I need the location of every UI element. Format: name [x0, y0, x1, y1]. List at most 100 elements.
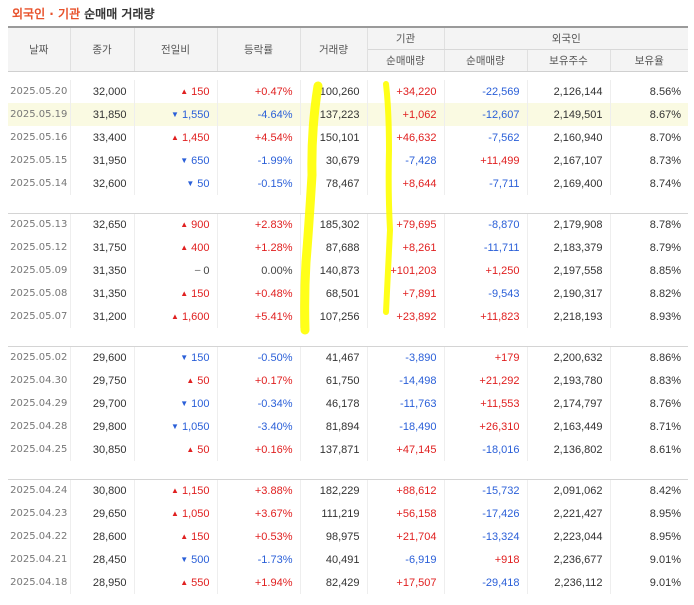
frgn-ratio-cell: 8.61%: [649, 443, 681, 456]
table-row[interactable]: 2025.05.12 31,750 ▲ 400 +1.28% 87,688 +8,261 -1…: [8, 236, 688, 259]
table-row[interactable]: 2025.05.08 31,350 ▲ 150 +0.48% 68,501 +7,891 -9…: [8, 282, 688, 305]
change-cell: ▼ 1,050: [134, 415, 218, 438]
close-cell: 29,750: [70, 369, 135, 392]
volume-cell: 182,229: [300, 479, 368, 502]
change-cell: –0: [134, 259, 218, 282]
table-row[interactable]: 2025.04.22 28,600 ▲ 150 +0.53% 98,975 +21,704-…: [8, 525, 688, 548]
header-institution: 기관: [367, 26, 445, 50]
arrow-up-icon: ▲: [180, 288, 189, 298]
close-cell: 31,850: [70, 103, 135, 126]
change-cell: ▼ 650: [134, 149, 218, 172]
header-inst-net: 순매매량: [367, 49, 445, 72]
arrow-down-icon: ▼: [180, 554, 189, 564]
close-cell: 31,350: [70, 282, 135, 305]
frgn-ratio-cell: 8.82%: [649, 287, 681, 300]
header-date: 날짜: [8, 26, 71, 72]
table-row[interactable]: 2025.04.21 28,450 ▼ 500 -1.73% 40,491 -6,919 +9…: [8, 548, 688, 571]
table-row[interactable]: 2025.05.14 32,600 ▼ 50 -0.15% 78,467 +8,644 -7,…: [8, 172, 688, 195]
rate-cell: -1.73%: [217, 548, 301, 571]
group-divider: [8, 470, 688, 480]
rate-cell: +3.67%: [217, 502, 301, 525]
change-cell: ▲ 150: [134, 282, 218, 305]
volume-cell: 46,178: [300, 392, 368, 415]
change-value: 150: [191, 530, 210, 543]
close-cell: 32,600: [70, 172, 135, 195]
close-cell: 33,400: [70, 126, 135, 149]
date-cell: 2025.04.28: [8, 415, 71, 438]
change-value: 650: [191, 154, 210, 167]
group-divider: [8, 337, 688, 347]
rate-cell: -4.64%: [217, 103, 301, 126]
rate-cell: +1.94%: [217, 571, 301, 594]
arrow-up-icon: ▲: [171, 485, 179, 495]
frgn-ratio-cell: 8.95%: [649, 530, 681, 543]
frgn-net-cell: +11,553: [444, 392, 528, 415]
table-row[interactable]: 2025.04.25 30,850 ▲ 50 +0.16% 137,871 +47,145-…: [8, 438, 688, 461]
change-cell: ▲ 1,050: [134, 502, 218, 525]
table-row[interactable]: 2025.05.20 32,000 ▲ 150 +0.47% 100,260 +34,220…: [8, 80, 688, 103]
volume-cell: 87,688: [300, 236, 368, 259]
frgn-ratio-cell: 8.67%: [610, 103, 688, 126]
frgn-holdings-cell: 2,126,144: [527, 80, 611, 103]
table-row[interactable]: 2025.04.24 30,800 ▲ 1,150 +3.88% 182,229 +88,6…: [8, 479, 688, 502]
volume-cell: 30,679: [300, 149, 368, 172]
date-cell: 2025.05.13: [8, 213, 71, 236]
change-cell: ▼ 1,550: [134, 103, 218, 126]
change-value: 1,450: [181, 131, 210, 144]
frgn-net-cell: +11,499: [444, 149, 528, 172]
date-cell: 2025.05.02: [8, 346, 71, 369]
rate-cell: +0.16%: [217, 438, 301, 461]
rate-cell: +0.48%: [217, 282, 301, 305]
date-cell: 2025.04.21: [8, 548, 71, 571]
rate-cell: +0.53%: [217, 525, 301, 548]
change-value: 150: [191, 351, 210, 364]
change-cell: ▼ 100: [134, 392, 218, 415]
table-row[interactable]: 2025.04.28 29,800 ▼ 1,050 -3.40% 81,894 -18,49…: [8, 415, 688, 438]
date-cell: 2025.05.15: [8, 149, 71, 172]
frgn-net-cell: -29,418: [444, 571, 528, 594]
change-value: 1,050: [181, 420, 210, 433]
arrow-down-icon: ▼: [180, 352, 189, 362]
header-rate: 등락률: [217, 26, 301, 72]
close-cell: 28,600: [70, 525, 135, 548]
arrow-up-icon: ▲: [171, 508, 179, 518]
frgn-ratio-cell: 8.74%: [649, 177, 681, 190]
section-title-accent: 외국인 · 기관: [12, 7, 81, 21]
volume-cell: 111,219: [300, 502, 368, 525]
frgn-net-cell: -15,732: [444, 479, 528, 502]
group-divider: [8, 328, 688, 337]
inst-net-cell: +17,507: [367, 571, 445, 594]
inst-net-cell: -18,490: [367, 415, 445, 438]
group-divider: [8, 204, 688, 214]
header-frgn-ratio: 보유율: [610, 49, 688, 72]
inst-net-cell: -14,498: [367, 369, 445, 392]
table-row[interactable]: 2025.05.09 31,350–0 0.00% 140,873 +101,203 +1…: [8, 259, 688, 282]
inst-net-cell: +101,203: [367, 259, 445, 282]
rate-cell: +1.28%: [217, 236, 301, 259]
close-cell: 30,800: [70, 479, 135, 502]
inst-net-cell: -7,428: [367, 149, 445, 172]
table-row[interactable]: 2025.05.16 33,400 ▲ 1,450 +4.54% 150,101 +46,6…: [8, 126, 688, 149]
volume-cell: 98,975: [300, 525, 368, 548]
header-frgn-net: 순매매량: [444, 49, 528, 72]
frgn-net-cell: +1,250: [444, 259, 528, 282]
table-row[interactable]: 2025.05.15 31,950 ▼ 650 -1.99% 30,679 -7,428 +1…: [8, 149, 688, 172]
arrow-down-icon: ▼: [180, 155, 189, 165]
arrow-up-icon: ▲: [186, 444, 195, 454]
table-row[interactable]: 2025.05.07 31,200 ▲ 1,600 +5.41% 107,256 +23,8…: [8, 305, 688, 328]
section-title: 외국인 · 기관 순매매 거래량: [12, 5, 155, 21]
close-cell: 29,600: [70, 346, 135, 369]
change-cell: ▲ 550: [134, 571, 218, 594]
table-row[interactable]: 2025.05.13 32,650 ▲ 900 +2.83% 185,302 +79,695…: [8, 213, 688, 236]
close-cell: 30,850: [70, 438, 135, 461]
frgn-net-cell: -7,562: [444, 126, 528, 149]
frgn-net-cell: -18,016: [444, 438, 528, 461]
inst-net-cell: +88,612: [367, 479, 445, 502]
table-row[interactable]: 2025.04.23 29,650 ▲ 1,050 +3.67% 111,219 +56,1…: [8, 502, 688, 525]
table-row[interactable]: 2025.05.02 29,600 ▼ 150 -0.50% 41,467 -3,890 +1…: [8, 346, 688, 369]
table-row[interactable]: 2025.05.19 31,850 ▼ 1,550 -4.64% 137,223 +1,06…: [8, 103, 688, 126]
table-row[interactable]: 2025.04.30 29,750 ▲ 50 +0.17% 61,750 -14,498 +2…: [8, 369, 688, 392]
table-row[interactable]: 2025.04.18 28,950 ▲ 550 +1.94% 82,429 +17,507-…: [8, 571, 688, 594]
frgn-ratio-cell: 8.56%: [649, 85, 681, 98]
table-row[interactable]: 2025.04.29 29,700 ▼ 100 -0.34% 46,178 -11,763 +…: [8, 392, 688, 415]
